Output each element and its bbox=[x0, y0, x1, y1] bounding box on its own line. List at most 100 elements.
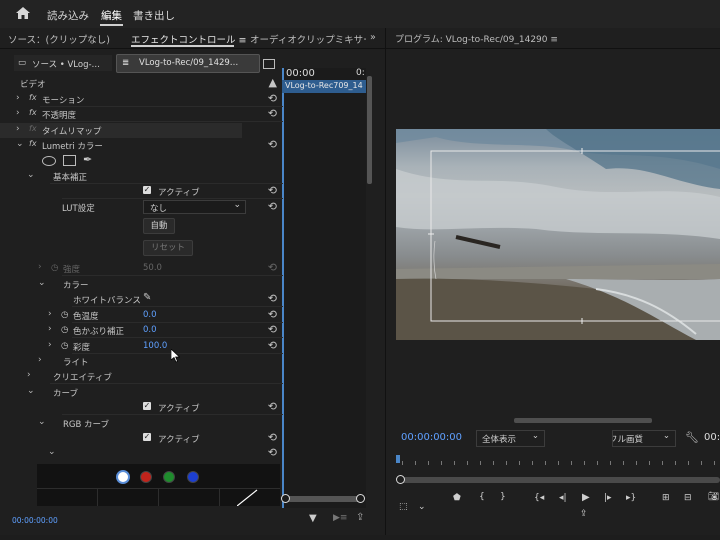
reset-icon[interactable]: ⟲ bbox=[268, 400, 277, 413]
rgb-curve-editor[interactable] bbox=[37, 464, 280, 506]
active-checkbox[interactable]: ✓ bbox=[143, 433, 151, 441]
row-curve-channel[interactable]: ⌄ ⟲ bbox=[0, 446, 283, 461]
workspace-import[interactable]: 読み込み bbox=[47, 8, 89, 23]
step-forward-icon[interactable]: |▸ bbox=[604, 493, 612, 503]
reset-icon[interactable]: ⟲ bbox=[268, 138, 277, 151]
row-timeremap[interactable]: › fx タイムリマップ bbox=[0, 123, 242, 138]
rect-mask-icon[interactable] bbox=[63, 155, 76, 166]
insert-icon[interactable]: ⊞ bbox=[662, 493, 670, 503]
overwrite-icon[interactable]: ⊟ bbox=[684, 493, 692, 503]
auto-button[interactable]: 自動 bbox=[143, 218, 175, 234]
row-creative[interactable]: › クリエイティブ bbox=[0, 369, 283, 384]
toggle-timeline-icon[interactable] bbox=[263, 59, 275, 69]
go-to-in-icon[interactable]: {◂ bbox=[534, 493, 544, 503]
play-icon[interactable]: ▶ bbox=[582, 492, 590, 503]
row-opacity[interactable]: › fx 不透明度 ⟲ bbox=[0, 107, 283, 122]
settings-chevron-icon[interactable]: ⌄ bbox=[418, 502, 426, 512]
tab-audio-clip-mixer[interactable]: オーディオクリップミキサー bbox=[250, 32, 366, 46]
playhead-marker[interactable] bbox=[396, 455, 400, 463]
time-ruler[interactable] bbox=[396, 455, 720, 467]
eyedropper-icon[interactable]: ✎ bbox=[143, 292, 151, 303]
program-timecode[interactable]: 00:00:00:00 bbox=[401, 432, 462, 443]
chevron-down-icon[interactable]: ⌄ bbox=[27, 170, 35, 180]
video-frame[interactable] bbox=[396, 129, 720, 340]
zoom-slider[interactable] bbox=[284, 496, 362, 502]
row-color[interactable]: ⌄ カラー bbox=[0, 277, 283, 292]
reset-button[interactable]: リセット bbox=[143, 240, 193, 256]
workspace-edit[interactable]: 編集 bbox=[101, 8, 122, 23]
fit-dropdown[interactable]: 全体表示 ⌄ bbox=[476, 430, 545, 447]
row-motion[interactable]: › fx モーション ⟲ bbox=[0, 92, 283, 107]
channel-green[interactable] bbox=[163, 471, 175, 483]
row-tint[interactable]: › ◷ 色かぶり補正 0.0 ⟲ bbox=[0, 323, 283, 338]
chevron-right-icon[interactable]: › bbox=[38, 262, 42, 272]
more-panels-icon[interactable]: » bbox=[370, 32, 376, 43]
zoom-handle-left[interactable] bbox=[281, 494, 290, 503]
chevron-right-icon[interactable]: › bbox=[38, 355, 42, 365]
chevron-down-icon[interactable]: ⌄ bbox=[27, 386, 35, 396]
row-curves-active[interactable]: ✓ アクティブ ⟲ bbox=[0, 400, 283, 415]
row-light[interactable]: › ライト bbox=[0, 354, 283, 369]
row-intensity[interactable]: › ◷ 強度 50.0 ⟲ bbox=[0, 261, 283, 276]
export-icon[interactable]: ⇪ bbox=[356, 512, 364, 523]
reset-icon[interactable]: ⟲ bbox=[268, 308, 277, 321]
active-checkbox[interactable]: ✓ bbox=[143, 402, 151, 410]
channel-red[interactable] bbox=[140, 471, 152, 483]
viewer-scrollbar[interactable] bbox=[514, 418, 652, 423]
reset-icon[interactable]: ⟲ bbox=[268, 200, 277, 213]
quality-dropdown[interactable]: フル画質 ⌄ bbox=[612, 430, 676, 447]
reset-icon[interactable]: ⟲ bbox=[268, 184, 277, 197]
lut-dropdown[interactable]: なし ⌄ bbox=[143, 200, 246, 214]
fx-icon[interactable]: fx bbox=[29, 139, 37, 148]
saturation-value[interactable]: 100.0 bbox=[143, 341, 167, 351]
chevron-down-icon[interactable]: ⌄ bbox=[48, 447, 56, 457]
scroll-up-icon[interactable]: ▲ bbox=[269, 76, 277, 89]
stopwatch-icon[interactable]: ◷ bbox=[51, 263, 58, 273]
fx-icon[interactable]: fx bbox=[29, 93, 37, 102]
tab-source[interactable]: ソース：(クリップなし) bbox=[8, 32, 110, 46]
curve-line[interactable] bbox=[237, 488, 259, 506]
chevron-right-icon[interactable]: › bbox=[27, 370, 31, 380]
go-to-out-icon[interactable]: ▸} bbox=[626, 493, 636, 503]
channel-blue[interactable] bbox=[187, 471, 199, 483]
workspace-export[interactable]: 書き出し bbox=[133, 8, 175, 23]
reset-icon[interactable]: ⟲ bbox=[268, 323, 277, 336]
mark-in-icon[interactable]: { bbox=[479, 492, 485, 502]
row-curves[interactable]: ⌄ カーブ bbox=[0, 385, 283, 400]
chevron-right-icon[interactable]: › bbox=[16, 124, 20, 134]
reset-icon[interactable]: ⟲ bbox=[268, 431, 277, 444]
fx-icon[interactable]: fx bbox=[29, 108, 37, 117]
stopwatch-icon[interactable]: ◷ bbox=[61, 310, 68, 320]
reset-icon[interactable]: ⟲ bbox=[268, 92, 277, 105]
reset-icon[interactable]: ⟲ bbox=[268, 339, 277, 352]
row-rgb-curve[interactable]: ⌄ RGB カーブ bbox=[0, 416, 283, 431]
tint-value[interactable]: 0.0 bbox=[143, 325, 157, 335]
chevron-right-icon[interactable]: › bbox=[48, 309, 52, 319]
active-checkbox[interactable]: ✓ bbox=[143, 186, 151, 194]
row-rgb-active[interactable]: ✓ アクティブ ⟲ bbox=[0, 431, 283, 446]
safe-margins-icon[interactable]: ⬚ bbox=[399, 502, 408, 512]
scrub-handle[interactable] bbox=[396, 475, 405, 484]
timeline-scrollbar[interactable] bbox=[367, 76, 372, 184]
chevron-right-icon[interactable]: › bbox=[48, 324, 52, 334]
camera-icon[interactable]: 📷︎ bbox=[708, 492, 719, 502]
program-title[interactable]: プログラム: VLog-to-Rec/09_14290 ≡ bbox=[395, 32, 558, 45]
chevron-down-icon[interactable]: ⌄ bbox=[16, 139, 24, 149]
tab-effect-controls[interactable]: エフェクトコントロール ≡ bbox=[131, 32, 246, 46]
row-temperature[interactable]: › ◷ 色温度 0.0 ⟲ bbox=[0, 308, 283, 323]
reset-icon[interactable]: ⟲ bbox=[268, 292, 277, 305]
mark-out-icon[interactable]: } bbox=[500, 492, 506, 502]
filter-icon[interactable]: ▼ bbox=[309, 513, 317, 524]
chevron-down-icon[interactable]: ⌄ bbox=[38, 417, 46, 427]
audio-play-icon[interactable]: ▶≡ bbox=[333, 513, 347, 523]
chevron-down-icon[interactable]: ⌄ bbox=[38, 278, 46, 288]
marker-icon[interactable]: ⬟ bbox=[453, 493, 461, 503]
source-clip-tab[interactable]: ▭ ソース • VLog-… bbox=[14, 55, 112, 71]
export-frame-icon[interactable]: ⇪ bbox=[580, 509, 588, 519]
intensity-value[interactable]: 50.0 bbox=[143, 263, 162, 273]
row-basic-active[interactable]: ✓ アクティブ ⟲ bbox=[0, 184, 283, 199]
stopwatch-icon[interactable]: ◷ bbox=[61, 341, 68, 351]
zoom-handle-right[interactable] bbox=[356, 494, 365, 503]
scrub-bar[interactable] bbox=[399, 477, 720, 483]
ellipse-mask-icon[interactable] bbox=[42, 156, 56, 166]
